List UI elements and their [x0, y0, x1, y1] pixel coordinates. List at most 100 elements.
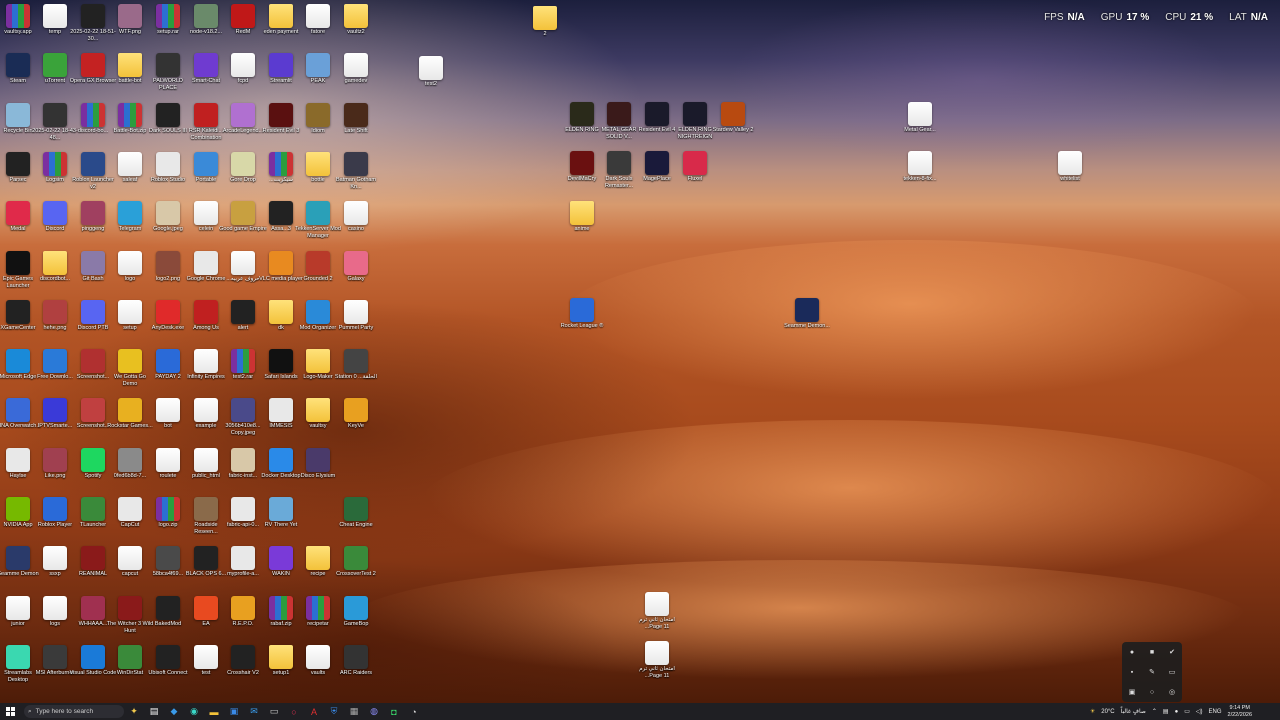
mail-icon[interactable]: ✉	[244, 703, 264, 720]
folder-icon	[306, 152, 330, 176]
desktop-icon-metal-gear[interactable]: Metal Gear...	[898, 102, 942, 150]
app-icon	[156, 596, 180, 620]
app-icon	[231, 201, 255, 225]
desktop-icon-test2[interactable]: test2	[409, 56, 453, 104]
desktop-icon-page-11[interactable]: امتحان ثاني ترم ...Page 11	[635, 641, 679, 689]
app-icon	[306, 103, 330, 127]
document-icon	[344, 53, 368, 77]
desktop-icon-rocket-league[interactable]: Rocket League ®	[560, 298, 604, 346]
edge-taskbar-icon[interactable]: ◉	[184, 703, 204, 720]
tray-app-icon[interactable]: ●	[1122, 642, 1142, 662]
start-button[interactable]	[0, 703, 20, 720]
shield-icon[interactable]: ⛨	[324, 703, 344, 720]
whatsapp-icon[interactable]: ◘	[384, 703, 404, 720]
desktop-icon-page-11[interactable]: امتحان ثاني ترم ...Page 11	[635, 592, 679, 640]
tray-app-icon[interactable]: ✎	[1142, 662, 1162, 682]
image-file-icon	[344, 349, 368, 373]
desktop-icon-keyve[interactable]: KeyVe	[334, 398, 378, 446]
store-icon[interactable]: ▣	[224, 703, 244, 720]
microphone-icon[interactable]: ●	[1175, 709, 1179, 715]
app-icon	[344, 546, 368, 570]
app-icon	[81, 152, 105, 176]
weather-icon[interactable]: ☀	[1090, 708, 1095, 715]
app-icon	[6, 645, 30, 669]
opera-gx-icon[interactable]: ○	[284, 703, 304, 720]
desktop-icon-arc-raiders[interactable]: ARC Raiders	[334, 645, 378, 693]
desktop-icon-seamme-demon[interactable]: Seamme Demon...	[784, 298, 830, 346]
desktop-icon-label: Batman Gotham Kn...	[335, 177, 377, 190]
network-icon[interactable]: ▤	[1163, 708, 1169, 715]
task-view-icon[interactable]: ▤	[144, 703, 164, 720]
app-icon	[269, 53, 293, 77]
desktop-icon-whitelist[interactable]: whitelist	[1048, 151, 1092, 199]
archive-icon	[156, 497, 180, 521]
app-icon	[683, 151, 707, 175]
desktop-icon-anime[interactable]: anime	[560, 201, 604, 249]
document-icon	[306, 645, 330, 669]
weather-temperature[interactable]: 20°C	[1101, 709, 1114, 715]
desktop-icon-label: CrossoverTest 2	[336, 571, 376, 577]
taskbar-search-box[interactable]: ⌕ Type here to search	[24, 705, 124, 718]
desktop-icon-batman-gotham-kn[interactable]: Batman Gotham Kn...	[334, 152, 378, 200]
desktop[interactable]: vaultsy.app temp 2025-02-22 18-51-30... WTF…	[0, 0, 1280, 703]
performance-overlay: FPS N/A GPU 17 % CPU 21 % LAT N/A	[1044, 12, 1268, 23]
archive-icon	[43, 152, 67, 176]
desktop-icon-stardew-valley-2[interactable]: Stardew Valley 2	[711, 102, 755, 150]
desktop-icon-fluxel[interactable]: Fluxel	[673, 151, 717, 199]
desktop-icon-label: KeyVe	[348, 423, 364, 429]
copilot-icon[interactable]: ✦	[124, 703, 144, 720]
desktop-icon-tekken-8-fix[interactable]: tekken-8-fix...	[898, 151, 942, 199]
desktop-icon-disco-elysium[interactable]: Disco Elysium	[296, 448, 340, 496]
archive-icon	[81, 103, 105, 127]
tray-app-icon[interactable]: ▪	[1122, 662, 1142, 682]
tray-app-icon[interactable]: ■	[1142, 642, 1162, 662]
desktop-icon-rv-there-yet[interactable]: RV There Yet	[259, 497, 303, 545]
tray-app-icon[interactable]: ▣	[1122, 682, 1142, 702]
folder-icon	[306, 398, 330, 422]
app-icon	[269, 546, 293, 570]
terminal-icon[interactable]: ▭	[264, 703, 284, 720]
desktop-icon-gamebop[interactable]: GameBop	[334, 596, 378, 644]
app-icon	[683, 102, 707, 126]
app-icon	[81, 645, 105, 669]
app-icon	[194, 497, 218, 521]
tray-app-icon[interactable]: ○	[1142, 682, 1162, 702]
weather-description[interactable]: صافٍ غالباً	[1121, 708, 1146, 715]
battery-icon[interactable]: ▭	[1184, 708, 1190, 715]
desktop-icon-gamedev[interactable]: gamedev	[334, 53, 378, 101]
desktop-icon-station-0[interactable]: Station 0 ...الحلقة	[334, 349, 378, 397]
file-explorer-icon[interactable]: ▬	[204, 703, 224, 720]
image-file-icon	[231, 152, 255, 176]
desktop-icon-crossovertest-2[interactable]: CrossoverTest 2	[334, 546, 378, 594]
clock[interactable]: 9:14 PM 2/22/2026	[1228, 705, 1252, 719]
app-icon	[231, 497, 255, 521]
app-icon	[43, 398, 67, 422]
steam-taskbar-icon[interactable]: ◔	[404, 703, 424, 720]
app-icon	[194, 251, 218, 275]
chevron-up-icon[interactable]: ⌃	[1152, 708, 1157, 715]
document-icon	[156, 448, 180, 472]
app-icon	[194, 4, 218, 28]
fps-readout: FPS N/A	[1044, 12, 1085, 23]
tray-app-icon[interactable]: ◎	[1162, 682, 1182, 702]
vscode-taskbar-icon[interactable]: ◆	[164, 703, 184, 720]
desktop-icon-casino[interactable]: casino	[334, 201, 378, 249]
language-indicator[interactable]: ENG	[1209, 709, 1222, 715]
tray-app-icon[interactable]: ▭	[1162, 662, 1182, 682]
discord-taskbar-icon[interactable]: ◍	[364, 703, 384, 720]
app-icon[interactable]: ▦	[344, 703, 364, 720]
image-file-icon	[81, 398, 105, 422]
desktop-icon-cheat-engine[interactable]: Cheat Engine	[334, 497, 378, 545]
desktop-icon-vaultz2[interactable]: vaultz2	[334, 4, 378, 52]
desktop-icon-2[interactable]: 2	[523, 6, 567, 54]
desktop-icon-galaxy[interactable]: Galaxy	[334, 251, 378, 299]
volume-icon[interactable]: ◁)	[1196, 708, 1203, 715]
document-icon	[1058, 151, 1082, 175]
acrobat-icon[interactable]: A	[304, 703, 324, 720]
windows-icon	[5, 707, 15, 716]
desktop-icon-pummel-party[interactable]: Pummel Party	[334, 300, 378, 348]
app-icon	[231, 645, 255, 669]
desktop-icon-late-shift[interactable]: Late Shift	[334, 103, 378, 151]
desktop-icon-label: Station 0 ...الحلقة	[334, 374, 378, 380]
tray-app-icon[interactable]: ✔	[1162, 642, 1182, 662]
